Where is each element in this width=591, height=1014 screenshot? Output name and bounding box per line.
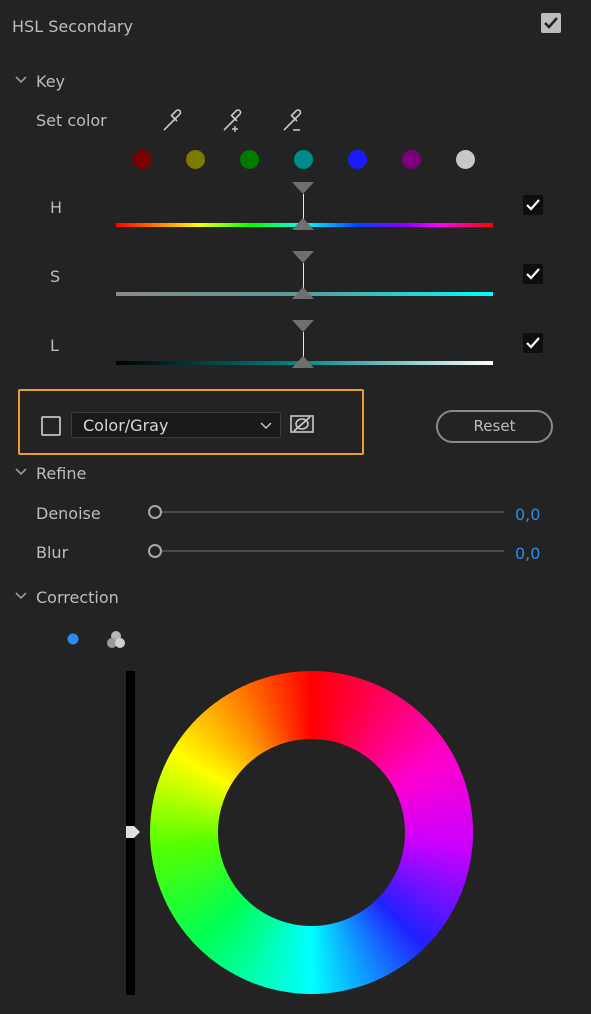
blur-label: Blur [36, 543, 69, 562]
luminance-range-bottom-handle[interactable] [292, 356, 314, 368]
color-swatch[interactable] [402, 150, 421, 169]
key-section-toggle[interactable]: Key [12, 72, 82, 94]
denoise-slider-track[interactable] [160, 511, 504, 513]
checkmark-icon [526, 337, 540, 349]
eyedropper-subtract-button[interactable] [280, 108, 308, 134]
denoise-slider-knob[interactable] [148, 505, 162, 519]
chevron-down-icon [15, 468, 27, 476]
eyedropper-button[interactable] [160, 108, 186, 134]
show-mask-checkbox[interactable] [41, 416, 61, 436]
hue-center-line [303, 194, 304, 219]
saturation-range-top-handle[interactable] [292, 251, 314, 263]
panel-enable-checkbox[interactable] [541, 13, 561, 33]
key-section-label: Key [36, 72, 66, 91]
color-swatch[interactable] [294, 150, 313, 169]
luminance-center-line [303, 332, 304, 357]
blur-slider-knob[interactable] [148, 544, 162, 558]
checkmark-icon [544, 17, 558, 29]
color-swatch[interactable] [240, 150, 259, 169]
single-wheel-icon [67, 633, 79, 645]
mask-mode-value: Color/Gray [83, 416, 169, 435]
color-swatch[interactable] [186, 150, 205, 169]
mask-mode-dropdown[interactable]: Color/Gray [71, 412, 281, 438]
denoise-label: Denoise [36, 504, 101, 523]
checkmark-icon [526, 268, 540, 280]
blur-slider-track[interactable] [160, 550, 504, 552]
set-color-label: Set color [36, 111, 107, 130]
color-wheel[interactable] [150, 671, 473, 994]
luminance-range-top-handle[interactable] [292, 320, 314, 332]
invert-mask-icon [290, 415, 314, 433]
invert-mask-button[interactable] [289, 413, 315, 435]
saturation-enable-checkbox[interactable] [523, 264, 543, 284]
three-wheels-icon [107, 631, 125, 648]
color-swatch[interactable] [348, 150, 367, 169]
luminance-label: L [50, 336, 59, 355]
eyedropper-icon [163, 109, 182, 131]
checkmark-icon [526, 199, 540, 211]
saturation-range-bottom-handle[interactable] [292, 287, 314, 299]
correction-section-label: Correction [36, 588, 119, 607]
eyedropper-subtract-icon [283, 109, 302, 131]
refine-section-toggle[interactable]: Refine [12, 464, 102, 486]
chevron-down-icon [15, 76, 27, 84]
denoise-value[interactable]: 0,0 [515, 505, 540, 524]
color-swatch[interactable] [456, 150, 475, 169]
eyedropper-add-button[interactable] [220, 108, 248, 134]
refine-section-label: Refine [36, 464, 87, 483]
hue-label: H [50, 198, 63, 217]
correction-section-toggle[interactable]: Correction [12, 588, 122, 610]
hue-range-top-handle[interactable] [292, 182, 314, 194]
luma-slider-handle[interactable] [124, 825, 142, 839]
saturation-label: S [50, 267, 61, 286]
luminance-enable-checkbox[interactable] [523, 333, 543, 353]
color-wheel-center [218, 739, 405, 926]
chevron-down-icon [260, 422, 272, 429]
blur-value[interactable]: 0,0 [515, 544, 540, 563]
hue-enable-checkbox[interactable] [523, 195, 543, 215]
color-swatch[interactable] [133, 150, 152, 169]
eyedropper-add-icon [223, 109, 242, 132]
three-wheels-mode-button[interactable] [104, 628, 128, 652]
reset-button[interactable]: Reset [436, 410, 553, 443]
single-wheel-mode-button[interactable] [62, 628, 84, 650]
saturation-center-line [303, 263, 304, 288]
hue-range-bottom-handle[interactable] [292, 218, 314, 230]
panel-title: HSL Secondary [12, 17, 133, 36]
chevron-down-icon [15, 592, 27, 600]
